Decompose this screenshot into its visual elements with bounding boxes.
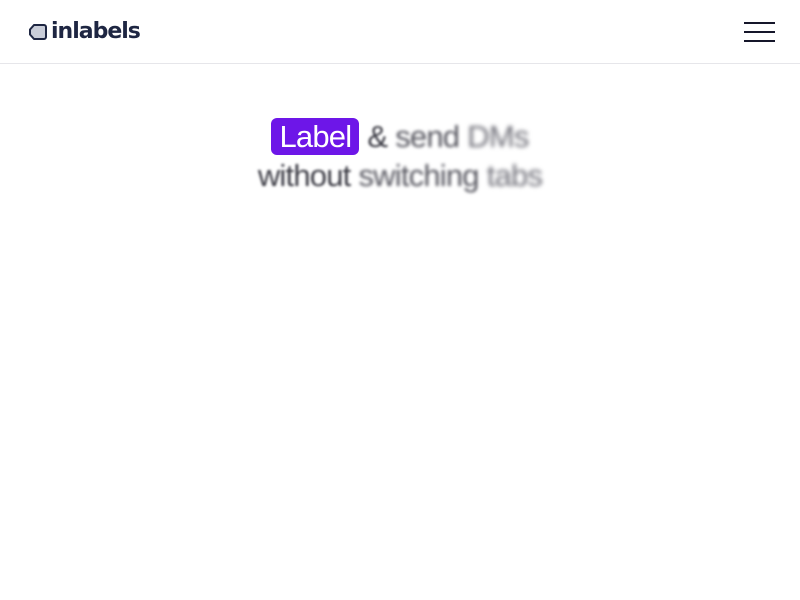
hero-word: switching (358, 158, 479, 193)
highlight-label-tag: Label (271, 118, 360, 155)
hero-word: without (257, 158, 351, 193)
hero-line-1: Label & send DMs (0, 117, 800, 156)
hamburger-menu-button[interactable] (744, 20, 776, 44)
logo-link[interactable]: inlabels (28, 18, 141, 46)
logo-text: inlabels (51, 19, 141, 44)
hero-word: DMs (467, 119, 529, 154)
hero-line-2: without switching tabs (0, 156, 800, 195)
tag-logo-icon (29, 24, 47, 40)
hero-word: & (367, 119, 388, 154)
hero-headline: Label & send DMs without switching tabs (0, 117, 800, 195)
hero-word: send (395, 119, 460, 154)
site-header: inlabels (0, 0, 800, 64)
hero-word: tabs (486, 158, 543, 193)
